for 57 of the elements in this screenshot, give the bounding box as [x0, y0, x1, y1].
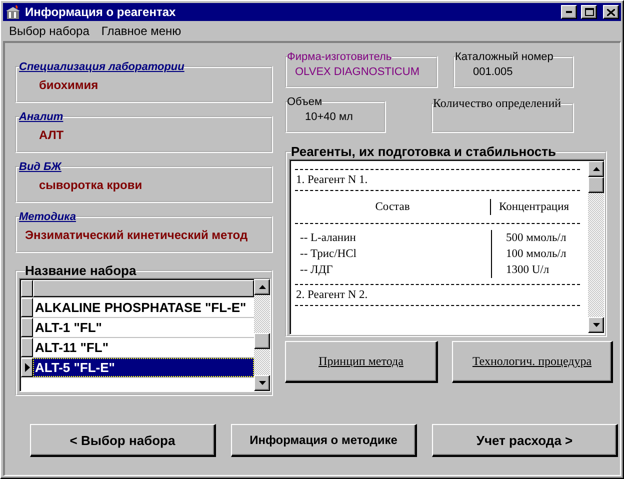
component-concentration: 100 ммоль/л [505, 247, 568, 262]
method-button[interactable]: Технологич. процедура [452, 341, 613, 383]
info-label: Каталожный номер [455, 51, 554, 63]
component-name: -- L-аланин [299, 231, 357, 246]
app-icon [5, 4, 21, 20]
reagent-title: 2. Реагент N 2. [295, 288, 369, 303]
menu-item[interactable]: Выбор набора [9, 24, 90, 38]
info-value: 10+40 мл [304, 110, 354, 125]
scroll-up-button[interactable] [254, 279, 270, 295]
reagents-text-area[interactable]: 1. Реагент N 1. Состав Концентрация -- L-аланин -- Трис/HCl -- ЛДГ 500 ммоль/л 100 ммоль/л 1300 U/л 2. Реагент N 2. [289, 159, 605, 335]
scrollbar[interactable] [588, 161, 604, 333]
component-name: -- ЛДГ [299, 263, 334, 278]
scroll-up-button[interactable] [588, 161, 604, 177]
up-arrow-icon [258, 285, 266, 289]
scroll-thumb[interactable] [254, 333, 270, 350]
maximize-icon [584, 8, 594, 16]
close-button[interactable] [603, 5, 619, 19]
scrollbar[interactable] [254, 279, 270, 391]
scroll-down-button[interactable] [254, 375, 270, 391]
up-arrow-icon [592, 167, 600, 171]
info-label: Фирма-изготовитель [287, 51, 392, 63]
field-label: Специализация лаборатории [19, 61, 184, 73]
nav-button[interactable]: Учет расхода > [432, 424, 618, 457]
component-name: -- Трис/HCl [299, 247, 358, 262]
down-arrow-icon [592, 323, 600, 327]
field-label: Аналит [19, 111, 64, 123]
field-value: Энзиматический кинетический метод [25, 227, 249, 244]
kit-row[interactable]: ALT-5 "FL-E" [33, 358, 254, 377]
field-label: Методика [19, 211, 76, 223]
field-value: АЛТ [38, 127, 65, 144]
scroll-down-button[interactable] [588, 317, 604, 333]
field-value: биохимия [38, 77, 100, 94]
minimize-icon [566, 11, 572, 13]
current-row-icon [24, 363, 30, 372]
field-label: Вид БЖ [19, 161, 62, 173]
reagent-title: 1. Реагент N 1. [295, 173, 369, 188]
field-value: сыворотка крови [38, 177, 144, 194]
component-concentration: 1300 U/л [505, 263, 550, 278]
info-label: Количество определений [433, 96, 562, 111]
minimize-button[interactable] [561, 5, 577, 19]
info-value: OLVEX DIAGNOSTICUM [294, 65, 420, 80]
close-icon [607, 8, 615, 16]
down-arrow-icon [258, 381, 266, 385]
kit-list-title: Название набора [25, 263, 136, 278]
scroll-thumb[interactable] [588, 177, 604, 193]
menu-item[interactable]: Главное меню [101, 24, 182, 38]
method-button[interactable]: Принцип метода [285, 341, 438, 383]
nav-button[interactable]: < Выбор набора [30, 424, 216, 457]
info-label: Объем [287, 96, 322, 108]
window-title: Информация о реагентах [25, 5, 177, 19]
maximize-button[interactable] [581, 5, 597, 19]
nav-button[interactable]: Информация о методике [231, 424, 417, 457]
column-heading: Концентрация [498, 200, 570, 215]
component-concentration: 500 ммоль/л [505, 231, 568, 246]
column-heading: Состав [295, 199, 491, 215]
info-value: 001.005 [472, 65, 514, 80]
reagents-title: Реагенты, их подготовка и стабильность [291, 144, 556, 159]
